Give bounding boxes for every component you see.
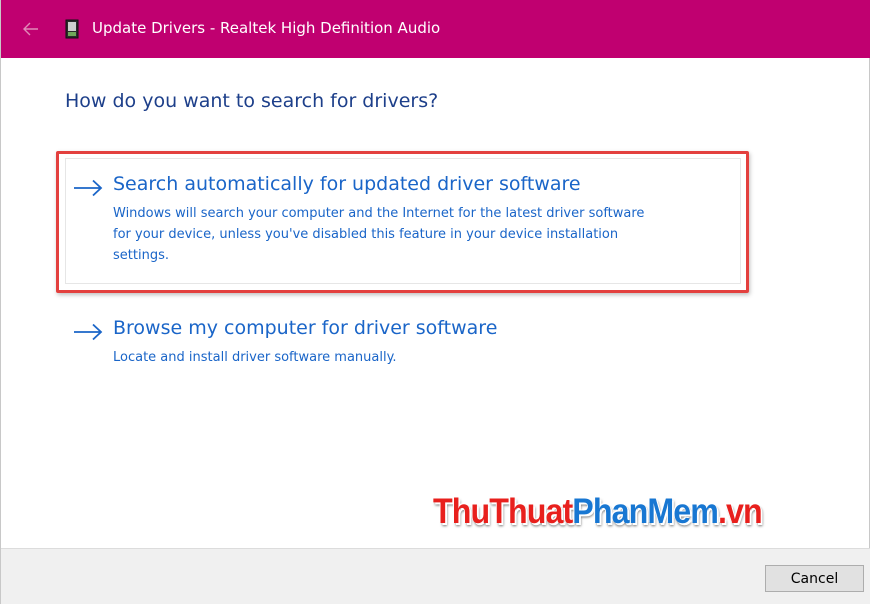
cancel-button[interactable]: Cancel [765, 565, 864, 592]
description-line: Windows will search your computer and th… [113, 206, 645, 221]
option-description: Windows will search your computer and th… [113, 203, 743, 266]
search-automatically-option[interactable]: Search automatically for updated driver … [65, 170, 743, 272]
option-title: Browse my computer for driver software [113, 317, 498, 339]
description-line: Locate and install driver software manua… [113, 350, 397, 365]
right-arrow-icon [74, 323, 103, 341]
right-arrow-icon [74, 179, 103, 197]
dialog-footer: Cancel [1, 548, 870, 604]
watermark-logo: ThuThuatPhanMem.vn [433, 492, 763, 532]
watermark-part: .vn [717, 492, 763, 531]
option-title: Search automatically for updated driver … [113, 173, 581, 195]
back-arrow-icon [23, 22, 38, 36]
watermark-part: PhanMem [572, 492, 719, 531]
watermark-part: ThuThuat [433, 492, 573, 531]
description-line: settings. [113, 248, 169, 263]
device-manager-icon [65, 19, 79, 39]
browse-computer-option[interactable]: Browse my computer for driver software L… [65, 314, 743, 372]
page-heading: How do you want to search for drivers? [65, 90, 439, 112]
title-bar: Update Drivers - Realtek High Definition… [1, 0, 870, 58]
back-button[interactable] [15, 14, 47, 44]
description-line: for your device, unless you've disabled … [113, 227, 619, 242]
window-title: Update Drivers - Realtek High Definition… [92, 19, 441, 37]
option-description: Locate and install driver software manua… [113, 347, 743, 368]
update-drivers-window: Update Drivers - Realtek High Definition… [0, 0, 870, 604]
